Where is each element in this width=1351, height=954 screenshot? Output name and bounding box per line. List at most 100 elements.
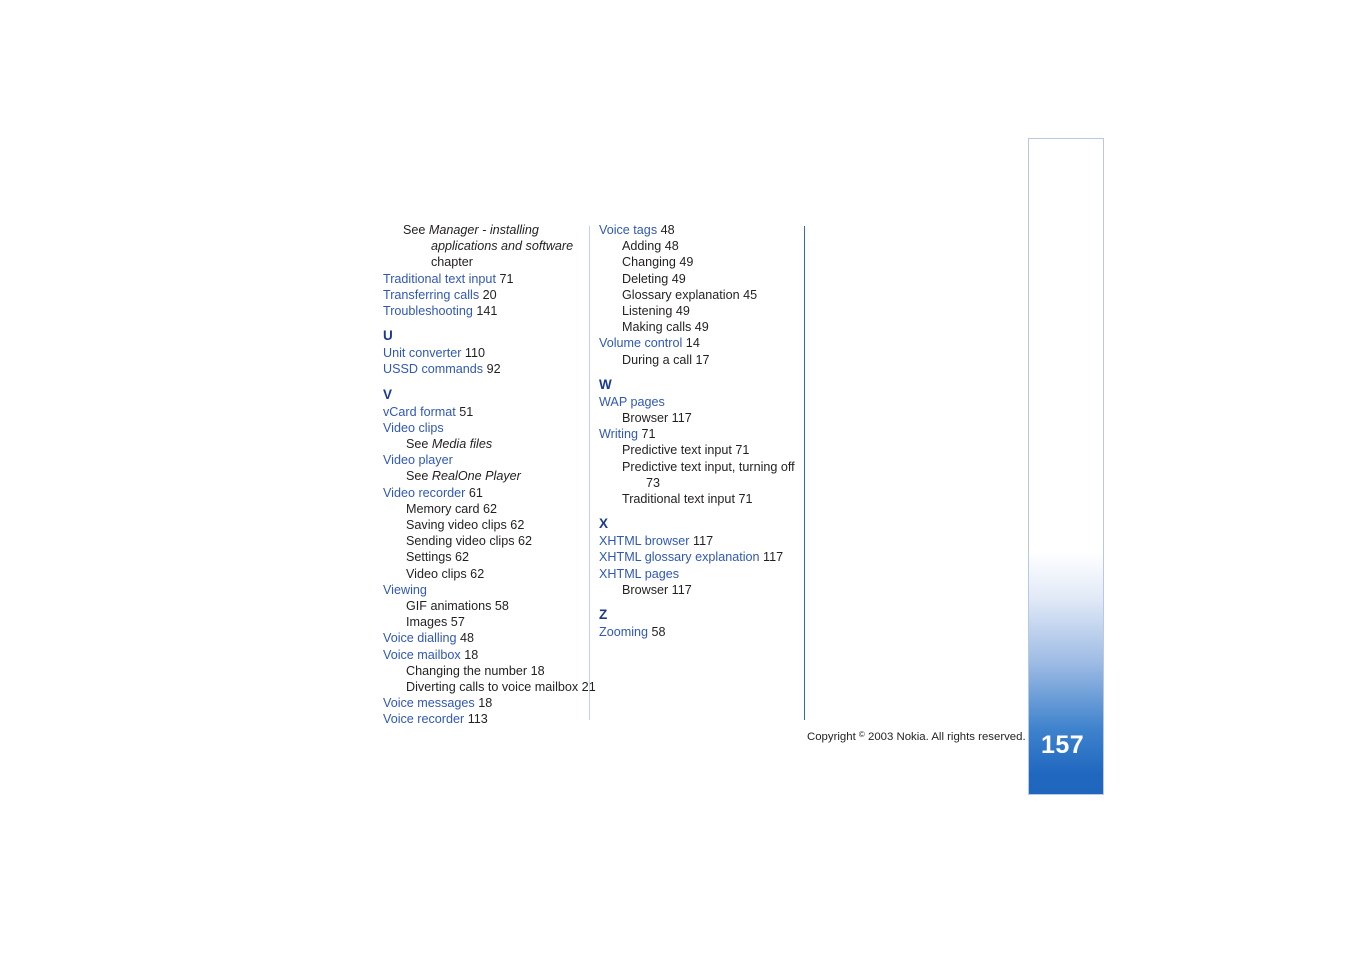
index-subentry[interactable]: Adding 48 — [599, 238, 797, 254]
copyright-suffix: 2003 Nokia. All rights reserved. — [864, 731, 1026, 743]
index-entry-label: Viewing — [383, 582, 427, 597]
index-letter-heading: W — [599, 376, 612, 392]
index-subentry-label: Changing the number — [406, 663, 528, 678]
index-subentry-page: 71 — [734, 492, 753, 507]
index-entry-label: Voice mailbox — [383, 647, 461, 662]
index-subentry[interactable]: Diverting calls to voice mailbox 21 — [383, 679, 596, 695]
index-subentry[interactable]: Changing 49 — [599, 254, 797, 270]
index-letter-heading: U — [383, 328, 393, 344]
cross-reference-target[interactable]: RealOne Player — [432, 469, 521, 483]
index-entry-label: Transferring calls — [383, 287, 480, 302]
index-entry[interactable]: Voice tags 48 — [599, 222, 797, 238]
index-entry[interactable]: XHTML browser 117 — [599, 533, 797, 549]
index-subentry[interactable]: Memory card 62 — [383, 501, 581, 517]
index-subentry-label: During a call — [622, 352, 692, 367]
cross-reference-target[interactable]: Media files — [432, 437, 492, 451]
index-subentry-label: Deleting — [622, 271, 669, 286]
index-subentry-page: 58 — [491, 599, 509, 614]
index-subentry[interactable]: Sending video clips 62 — [383, 533, 581, 549]
index-entry[interactable]: Writing 71 — [599, 426, 797, 442]
index-entry[interactable]: vCard format 51 — [383, 404, 581, 420]
index-subentry-page: 49 — [668, 271, 686, 286]
index-entry[interactable]: USSD commands 92 — [383, 361, 581, 377]
index-entry[interactable]: Voice dialling 48 — [383, 630, 581, 646]
index-entry-label: Volume control — [599, 336, 683, 351]
index-subentry[interactable]: Browser 117 — [599, 410, 797, 426]
index-entry[interactable]: Voice mailbox 18 — [383, 647, 581, 663]
index-column-2: Voice tags 48 Adding 48 Changing 49 Deletin… — [599, 222, 797, 640]
index-columns: See Manager - installing applications and… — [383, 222, 813, 726]
index-entry[interactable]: XHTML glossary explanation 117 — [599, 549, 797, 565]
index-entry[interactable]: Zooming 58 — [599, 624, 797, 640]
index-entry[interactable]: Traditional text input 71 — [383, 271, 581, 287]
index-entry-label: XHTML browser — [599, 534, 690, 549]
index-entry[interactable]: Volume control 14 — [599, 335, 797, 351]
cross-reference-see: See — [406, 469, 432, 484]
index-subentry-page: 49 — [672, 304, 690, 319]
index-subentry-label: Glossary explanation — [622, 287, 740, 302]
index-subentry-page: 62 — [514, 534, 533, 549]
index-cross-reference: See Media files — [383, 436, 581, 452]
index-subentry[interactable]: Deleting 49 — [599, 271, 797, 287]
index-entry-page: 110 — [461, 346, 485, 361]
index-entry-page: 20 — [479, 287, 497, 302]
copyright-notice: Copyright © 2003 Nokia. All rights reser… — [807, 730, 1026, 743]
index-subentry[interactable]: Images 57 — [383, 614, 581, 630]
index-entry-page: 92 — [483, 362, 501, 377]
index-cross-reference: See RealOne Player — [383, 468, 581, 484]
index-subentry-label: Predictive text input, turning off — [622, 459, 795, 474]
index-entry[interactable]: Video player — [383, 452, 581, 468]
index-subentry[interactable]: Traditional text input 71 — [599, 491, 797, 507]
index-subentry-page: 17 — [692, 352, 710, 367]
index-subentry[interactable]: Changing the number 18 — [383, 663, 581, 679]
index-subentry[interactable]: Settings 62 — [383, 549, 581, 565]
index-entry-page: 48 — [456, 631, 475, 646]
index-subentry-page: 62 — [479, 501, 497, 516]
index-entry-label: Voice recorder — [383, 712, 465, 727]
index-subentry-label: Predictive text input — [622, 443, 732, 458]
index-subentry-page: 62 — [506, 518, 525, 533]
index-entry[interactable]: Video clips — [383, 420, 581, 436]
index-entry-page: 71 — [495, 271, 514, 286]
index-subentry[interactable]: Predictive text input, turning off 73 — [599, 459, 797, 491]
index-entry-page: 117 — [759, 550, 784, 565]
index-subentry[interactable]: Making calls 49 — [599, 319, 797, 335]
index-entry[interactable]: Viewing — [383, 582, 581, 598]
index-subentry-label: Listening — [622, 304, 673, 319]
index-entry-page: 113 — [464, 712, 488, 727]
index-subentry-label: Memory card — [406, 501, 480, 516]
index-subentry[interactable]: Predictive text input 71 — [599, 442, 797, 458]
index-entry[interactable]: WAP pages — [599, 394, 797, 410]
index-subentry-page: 48 — [661, 239, 679, 254]
cross-reference-target-line2[interactable]: applications and software — [403, 238, 581, 254]
index-subentry[interactable]: During a call 17 — [599, 352, 797, 368]
document-page: See Manager - installing applications and… — [0, 0, 1351, 954]
index-subentry[interactable]: Saving video clips 62 — [383, 517, 581, 533]
index-entry-label: Troubleshooting — [383, 304, 473, 319]
index-subentry[interactable]: Video clips 62 — [383, 566, 581, 582]
cross-reference-target-line3: chapter — [431, 255, 474, 270]
index-subentry[interactable]: Glossary explanation 45 — [599, 287, 797, 303]
index-entry-page: 48 — [657, 223, 675, 237]
index-entry-label: Traditional text input — [383, 271, 496, 286]
index-subentry-label: Traditional text input — [622, 492, 735, 507]
index-subentry[interactable]: GIF animations 58 — [383, 598, 581, 614]
index-entry[interactable]: Transferring calls 20 — [383, 287, 581, 303]
index-subentry-label: Diverting calls to voice mailbox — [406, 680, 579, 695]
index-subentry-page: 49 — [691, 320, 709, 335]
index-entry-label: Voice dialling — [383, 631, 457, 646]
index-entry[interactable]: Video recorder 61 — [383, 485, 581, 501]
index-subentry-page: 49 — [675, 255, 694, 270]
index-entry[interactable]: Unit converter 110 — [383, 345, 581, 361]
index-entry[interactable]: Voice messages 18 — [383, 695, 581, 711]
index-entry-page: 61 — [465, 485, 483, 500]
index-subentry[interactable]: Browser 117 — [599, 582, 797, 598]
index-entry[interactable]: Troubleshooting 141 — [383, 303, 581, 319]
index-entry-label: Video clips — [383, 420, 444, 435]
index-subentry[interactable]: Listening 49 — [599, 303, 797, 319]
index-entry[interactable]: Voice recorder 113 — [383, 711, 581, 727]
cross-reference-target-line1[interactable]: Manager - installing — [429, 223, 539, 237]
index-entry-page: 71 — [637, 427, 656, 442]
index-entry[interactable]: XHTML pages — [599, 566, 797, 582]
index-subentry-page: 62 — [466, 566, 485, 581]
